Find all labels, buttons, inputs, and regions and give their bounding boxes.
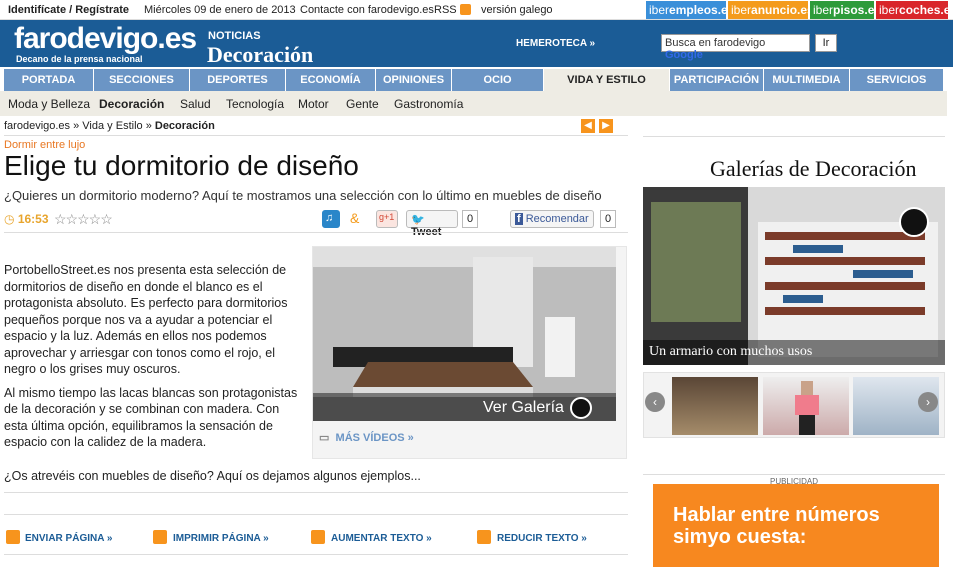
article-time: 16:53 — [17, 212, 49, 226]
mas-videos-link[interactable]: ▭ MÁS VÍDEOS » — [319, 431, 414, 444]
article-body: PortobelloStreet.es nos presenta esta se… — [4, 262, 298, 458]
rss-link[interactable]: RSS — [434, 4, 471, 16]
partner-link-2[interactable]: iberpisos.es — [810, 1, 874, 19]
breadcrumb-home[interactable]: farodevigo.es — [4, 120, 70, 132]
recommend-count: 0 — [600, 210, 617, 228]
tweet-count: 0 — [462, 210, 479, 228]
breadcrumb-vida[interactable]: Vida y Estilo — [82, 120, 142, 132]
google-plus-icon[interactable]: g+1 — [376, 210, 398, 228]
site-logo[interactable]: farodevigo.es — [14, 22, 197, 56]
next-arrow-icon[interactable]: ▶ — [599, 119, 613, 133]
nav-item-3[interactable]: ECONOMÍA — [286, 69, 376, 91]
site-tagline: Decano de la prensa nacional — [16, 54, 143, 64]
gallery-title: Galerías de Decoración — [710, 156, 917, 181]
meneame-icon[interactable]: & — [348, 210, 366, 228]
twitter-icon: 🐦 — [411, 214, 425, 226]
nav-item-0[interactable]: PORTADA — [4, 69, 94, 91]
subnav-item-5[interactable]: Gente — [346, 97, 379, 111]
ad-banner[interactable]: Hablar entre números simyo cuesta: — [653, 484, 939, 567]
rating-stars[interactable]: ☆☆☆☆☆ — [54, 211, 113, 228]
footer-link-icon — [477, 530, 491, 544]
nav-item-6[interactable]: VIDA Y ESTILO — [544, 69, 670, 91]
rss-icon — [459, 4, 471, 15]
chevron-right-icon[interactable]: › — [918, 392, 938, 412]
footer-link-0[interactable]: ENVIAR PÁGINA » — [25, 533, 112, 544]
login-link[interactable]: Identifícate / Regístrate — [8, 4, 129, 16]
google-logo: Google — [665, 49, 703, 61]
thumbnail[interactable] — [763, 377, 849, 435]
nav-item-9[interactable]: SERVICIOS — [850, 69, 944, 91]
noticias-label: NOTICIAS — [208, 30, 261, 42]
article-subtitle: ¿Quieres un dormitorio moderno? Aquí te … — [4, 188, 602, 203]
gallery-main-photo[interactable] — [643, 187, 945, 365]
subnav-item-4[interactable]: Motor — [298, 97, 329, 111]
contact-link[interactable]: Contacte con farodevigo.es — [300, 4, 434, 16]
share-icon[interactable]: ♫ — [322, 210, 340, 228]
hemeroteca-link[interactable]: HEMEROTECA » — [516, 38, 595, 49]
footer-link-2[interactable]: AUMENTAR TEXTO » — [331, 533, 432, 544]
article-meta: ◷ 16:53 — [4, 212, 49, 226]
chevron-left-icon[interactable]: ‹ — [645, 392, 665, 412]
gallery-caption: Un armario con muchos usos — [643, 340, 945, 365]
footer-link-icon — [311, 530, 325, 544]
breadcrumb: farodevigo.es » Vida y Estilo » Decoraci… — [4, 120, 215, 132]
gallery-photo[interactable]: Ver Galería — [313, 247, 616, 421]
article-paragraph: PortobelloStreet.es nos presenta esta se… — [4, 263, 288, 376]
date-text: Miércoles 09 de enero de 2013 — [144, 4, 296, 16]
article-closing: ¿Os atrevéis con muebles de diseño? Aquí… — [4, 469, 421, 483]
subnav-item-3[interactable]: Tecnología — [226, 97, 284, 111]
main-nav: PORTADA SECCIONES DEPORTES ECONOMÍA OPINIONE… — [4, 69, 944, 91]
gallery-box: Ver Galería ▭ MÁS VÍDEOS » — [312, 246, 627, 459]
camera-icon — [569, 397, 592, 419]
search-button[interactable]: Ir — [815, 34, 837, 52]
recommend-button[interactable]: f Recomendar — [510, 210, 594, 228]
nav-item-4[interactable]: OPINIONES — [376, 69, 452, 91]
subnav-item-0[interactable]: Moda y Belleza — [8, 97, 90, 111]
section-title: Decoración — [207, 42, 314, 67]
search-input[interactable]: Busca en farodevigo Google — [661, 34, 810, 61]
thumbnail-strip — [643, 372, 945, 438]
camera-icon — [899, 207, 929, 237]
subnav-item-2[interactable]: Salud — [180, 97, 211, 111]
footer-link-1[interactable]: IMPRIMIR PÁGINA » — [173, 533, 269, 544]
footer-link-3[interactable]: REDUCIR TEXTO » — [497, 533, 587, 544]
subnav-item-6[interactable]: Gastronomía — [394, 97, 463, 111]
nav-item-7[interactable]: PARTICIPACIÓN — [670, 69, 764, 91]
galician-link[interactable]: versión galego — [481, 4, 553, 16]
article-paragraph: Al mismo tiempo las lacas blancas son pr… — [4, 385, 298, 450]
nav-item-8[interactable]: MULTIMEDIA — [764, 69, 850, 91]
thumbnail[interactable] — [672, 377, 758, 435]
top-bar: Identifícate / Regístrate Miércoles 09 d… — [0, 0, 953, 20]
nav-item-5[interactable]: OCIO — [452, 69, 544, 91]
article-title: Elige tu dormitorio de diseño — [4, 150, 359, 181]
site-header: farodevigo.es Decano de la prensa nacion… — [0, 20, 953, 67]
subnav-item-1[interactable]: Decoración — [99, 97, 164, 111]
partner-link-0[interactable]: iberempleos.es — [646, 1, 726, 19]
footer-link-icon — [153, 530, 167, 544]
nav-item-1[interactable]: SECCIONES — [94, 69, 190, 91]
clock-icon: ◷ — [4, 212, 15, 226]
video-icon: ▭ — [319, 432, 330, 444]
sub-nav: Moda y Belleza Decoración Salud Tecnología M… — [0, 91, 947, 116]
footer-link-icon — [6, 530, 20, 544]
tweet-button[interactable]: 🐦Tweet — [406, 210, 458, 238]
partner-link-1[interactable]: iberanuncio.es — [728, 1, 808, 19]
nav-item-2[interactable]: DEPORTES — [190, 69, 286, 91]
facebook-icon: f — [515, 213, 523, 225]
ver-galeria-button[interactable]: Ver Galería — [313, 393, 616, 421]
prev-arrow-icon[interactable]: ◀ — [581, 119, 595, 133]
partner-link-3[interactable]: ibercoches.es — [876, 1, 948, 19]
breadcrumb-current: Decoración — [154, 120, 215, 132]
